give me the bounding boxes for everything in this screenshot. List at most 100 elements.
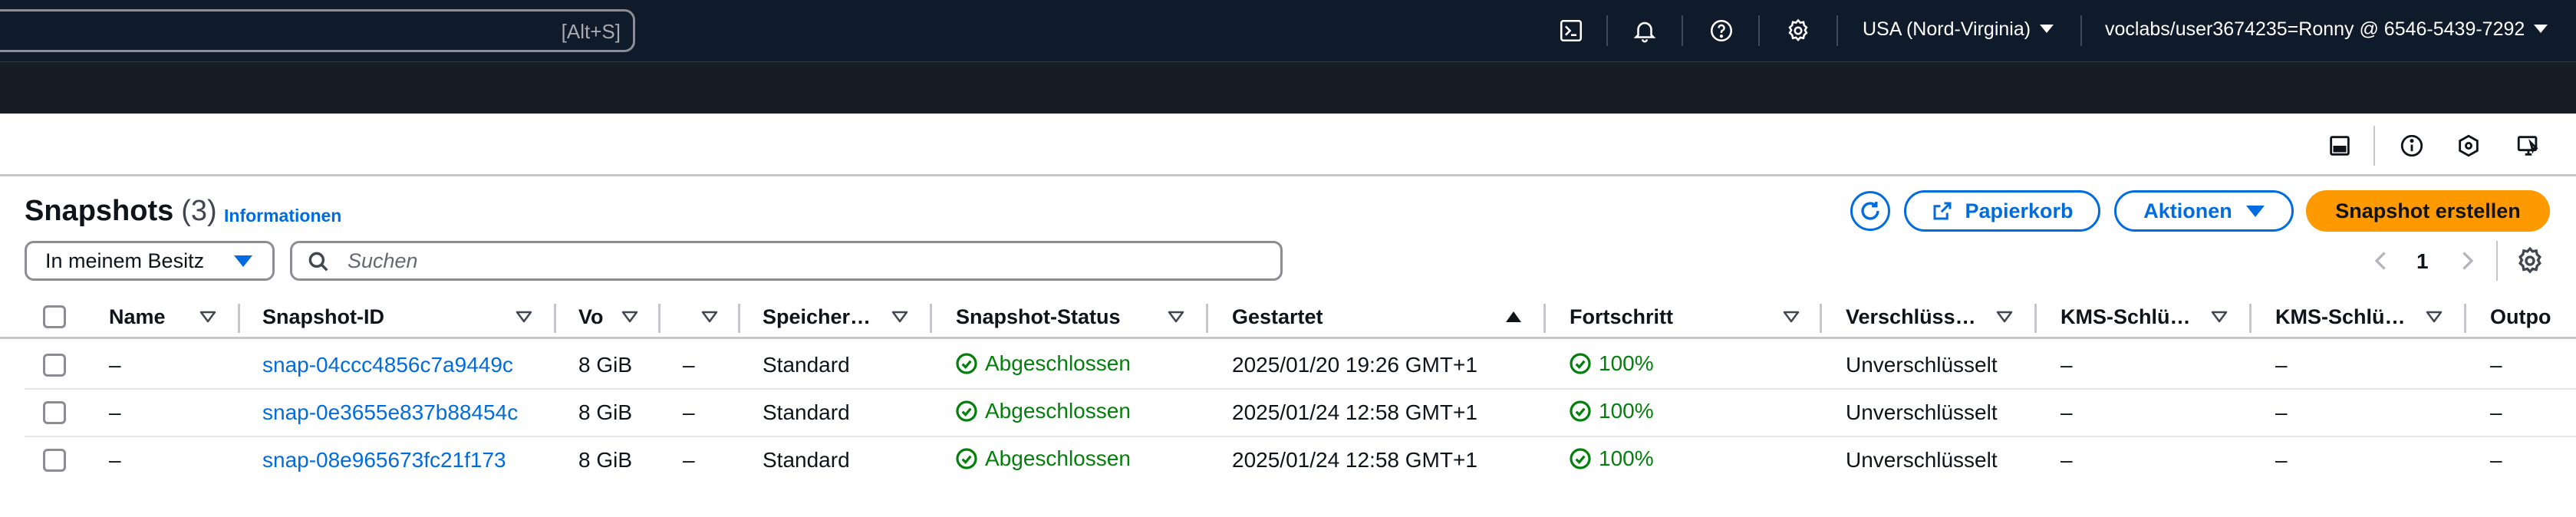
row-checkbox[interactable] (43, 401, 66, 424)
column-divider[interactable] (738, 304, 740, 333)
panel-toggle-icon[interactable] (2324, 130, 2355, 161)
sort-icon[interactable] (2211, 311, 2228, 323)
actions-button[interactable]: Aktionen (2114, 190, 2294, 232)
select-all-checkbox[interactable] (43, 305, 66, 328)
column-header-kms-key-2[interactable]: KMS-Schlü… (2275, 305, 2406, 329)
row-checkbox[interactable] (43, 449, 66, 472)
row-checkbox[interactable] (43, 354, 66, 377)
table-settings-icon[interactable] (2515, 245, 2545, 276)
cell-kms-key-1: – (2060, 353, 2073, 377)
nav-divider (1758, 15, 1760, 46)
recycle-bin-label: Papierkorb (1965, 199, 2074, 222)
cell-unnamed: – (683, 448, 695, 472)
actions-label: Aktionen (2143, 199, 2232, 222)
column-header-volume[interactable]: Vo (578, 305, 604, 329)
sort-icon[interactable] (199, 311, 216, 323)
secondary-navigation (0, 61, 2576, 114)
bell-icon[interactable] (1629, 15, 1660, 46)
nav-divider (1682, 15, 1683, 46)
next-page-icon[interactable] (2453, 247, 2481, 275)
cell-volume: 8 GiB (578, 448, 633, 472)
sort-ascending-icon[interactable] (1505, 311, 1522, 323)
screen-share-icon[interactable] (2513, 130, 2544, 161)
column-divider[interactable] (554, 304, 556, 333)
sort-icon[interactable] (1783, 311, 1800, 323)
settings-icon[interactable] (1783, 15, 1813, 46)
search-icon (308, 252, 328, 272)
snapshot-search-input[interactable] (290, 241, 1283, 281)
row-divider (25, 436, 2576, 437)
region-label: USA (Nord-Virginia) (1863, 18, 2031, 40)
cell-name: – (109, 400, 121, 424)
column-header-started[interactable]: Gestartet (1232, 305, 1323, 329)
status-label: Abgeschlossen (985, 446, 1131, 470)
progress-success-icon (1570, 400, 1591, 422)
sort-icon[interactable] (1168, 311, 1184, 323)
column-header-storage[interactable]: Speicher… (763, 305, 871, 329)
column-divider[interactable] (2034, 304, 2037, 333)
cell-progress: 100% (1568, 399, 1654, 423)
column-header-encryption[interactable]: Verschlüss… (1846, 305, 1976, 329)
column-header-kms-key-1[interactable]: KMS-Schlü… (2060, 305, 2191, 329)
page-title-text: Snapshots (25, 195, 174, 227)
sort-icon[interactable] (701, 311, 718, 323)
cell-status: Abgeschlossen (954, 351, 1131, 376)
info-icon[interactable] (2396, 130, 2427, 161)
info-link[interactable]: Informationen (224, 206, 341, 226)
create-snapshot-button[interactable]: Snapshot erstellen (2306, 190, 2550, 232)
cell-progress: 100% (1568, 351, 1654, 376)
cell-snapshot-id-link[interactable]: snap-0e3655e837b88454c (262, 400, 518, 425)
owner-filter-value: In meinem Besitz (45, 249, 205, 272)
cell-status: Abgeschlossen (954, 399, 1131, 423)
current-page-number[interactable]: 1 (2416, 249, 2429, 274)
sort-icon[interactable] (1996, 311, 2013, 323)
row-divider (25, 388, 2576, 390)
progress-success-icon (1570, 448, 1591, 469)
nav-divider (1836, 15, 1838, 46)
column-divider[interactable] (1206, 304, 1208, 333)
column-divider[interactable] (930, 304, 932, 333)
column-divider[interactable] (2249, 304, 2252, 333)
sort-icon[interactable] (2426, 311, 2443, 323)
previous-page-icon[interactable] (2367, 247, 2395, 275)
global-search-box[interactable]: [Alt+S] (0, 9, 635, 52)
account-label: voclabs/user3674235=Ronny @ 6546-5439-72… (2105, 18, 2525, 40)
cell-encryption: Unverschlüsselt (1846, 353, 1998, 377)
status-label: Abgeschlossen (985, 399, 1131, 423)
column-divider[interactable] (1820, 304, 1822, 333)
cell-outpost: – (2490, 400, 2502, 424)
cell-snapshot-id-link[interactable]: snap-04ccc4856c7a9449c (262, 353, 513, 377)
column-header-outpost[interactable]: Outpo (2490, 305, 2551, 329)
column-divider[interactable] (1543, 304, 1546, 333)
cell-kms-key-1: – (2060, 448, 2073, 472)
security-icon[interactable] (2453, 130, 2484, 161)
help-icon[interactable] (1706, 15, 1737, 46)
sort-icon[interactable] (516, 311, 532, 323)
chevron-down-icon (2534, 25, 2548, 33)
cell-started: 2025/01/24 12:58 GMT+1 (1232, 448, 1477, 472)
nav-divider (1606, 15, 1608, 46)
utility-bar (0, 114, 2576, 176)
cell-encryption: Unverschlüsselt (1846, 400, 1998, 424)
column-header-progress[interactable]: Fortschritt (1570, 305, 1673, 329)
utility-divider (2373, 126, 2375, 166)
region-selector[interactable]: USA (Nord-Virginia) (1863, 18, 2054, 41)
column-header-snapshot-id[interactable]: Snapshot-ID (262, 305, 384, 329)
cell-outpost: – (2490, 448, 2502, 472)
chevron-down-icon (2040, 25, 2054, 33)
column-divider[interactable] (658, 304, 660, 333)
cell-unnamed: – (683, 400, 695, 424)
recycle-bin-button[interactable]: Papierkorb (1904, 190, 2100, 232)
sort-icon[interactable] (621, 311, 638, 323)
column-divider[interactable] (238, 304, 240, 333)
refresh-button[interactable] (1850, 191, 1890, 231)
account-menu[interactable]: voclabs/user3674235=Ronny @ 6546-5439-72… (2105, 18, 2548, 41)
column-header-snapshot-status[interactable]: Snapshot-Status (956, 305, 1121, 329)
column-divider[interactable] (2464, 304, 2466, 333)
cell-outpost: – (2490, 353, 2502, 377)
sort-icon[interactable] (891, 311, 908, 323)
column-header-name[interactable]: Name (109, 305, 166, 329)
cell-snapshot-id-link[interactable]: snap-08e965673fc21f173 (262, 448, 506, 473)
cloudshell-icon[interactable] (1556, 15, 1586, 46)
owner-filter-select[interactable]: In meinem Besitz (25, 241, 275, 281)
